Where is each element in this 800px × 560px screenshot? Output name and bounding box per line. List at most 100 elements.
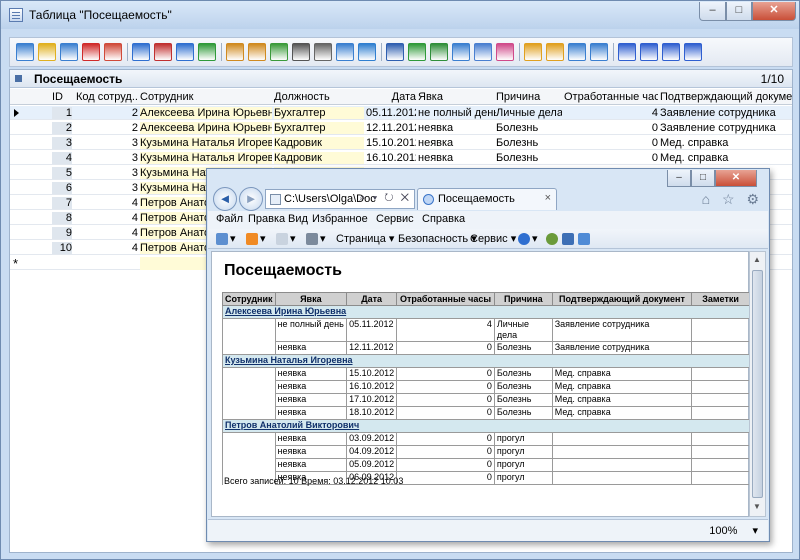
feeds-dropdown[interactable]: ▾ xyxy=(260,232,266,245)
browser-tab[interactable]: Посещаемость × xyxy=(417,188,557,210)
table-row[interactable]: 1 2 Алексеева Ирина Юрьевна Бухгалтер 05.11.… xyxy=(10,106,792,120)
docs-icon[interactable] xyxy=(546,43,564,61)
grid-cell[interactable]: неявка xyxy=(418,122,496,134)
print-icon[interactable] xyxy=(314,43,332,61)
grid-cell[interactable]: 05.11.2012 xyxy=(366,107,416,119)
address-tools[interactable]: ⌕ ▾ ↻ ✕ xyxy=(359,192,411,205)
sort-icon[interactable] xyxy=(248,43,266,61)
menu-help[interactable]: Справка xyxy=(422,213,465,225)
menu-tools[interactable]: Сервис xyxy=(376,213,414,225)
grid-col-header[interactable]: ID xyxy=(52,91,72,103)
menu-view[interactable]: Вид xyxy=(288,213,308,225)
tools-menu[interactable]: Сервис ▾ xyxy=(470,232,516,245)
blog-icon[interactable] xyxy=(578,233,590,245)
menu-favorites[interactable]: Избранное xyxy=(312,213,368,225)
grid-cell[interactable]: Болезнь xyxy=(496,152,562,164)
sql-query-icon[interactable] xyxy=(270,43,288,61)
export-csv-icon[interactable] xyxy=(430,43,448,61)
home-icon[interactable] xyxy=(216,233,228,245)
mail-dropdown[interactable]: ▾ xyxy=(290,232,296,245)
filter-options-icon[interactable] xyxy=(176,43,194,61)
report-group-name[interactable]: Петров Анатолий Викторович xyxy=(222,419,750,433)
grid-cell[interactable]: Заявление сотрудника xyxy=(660,122,792,134)
scroll-thumb[interactable] xyxy=(752,270,763,498)
list-icon[interactable] xyxy=(590,43,608,61)
grid-cell[interactable]: 2 xyxy=(52,122,72,134)
prev-record-icon[interactable] xyxy=(640,43,658,61)
address-bar[interactable]: C:\Users\Olga\Doc ⌕ ▾ ↻ ✕ xyxy=(265,189,415,209)
delete-icon[interactable] xyxy=(82,43,100,61)
messenger-icon[interactable] xyxy=(562,233,574,245)
grid-cell[interactable]: 8 xyxy=(52,212,72,224)
report-group-name[interactable]: Алексеева Ирина Юрьевна xyxy=(222,305,750,319)
new-record-icon[interactable] xyxy=(16,43,34,61)
maximize-button[interactable]: □ xyxy=(726,2,752,21)
grid-cell[interactable]: 3 xyxy=(76,167,138,179)
grid-cell[interactable]: Бухгалтер xyxy=(274,107,364,119)
grid-col-header[interactable]: Должность xyxy=(274,91,364,103)
first-record-icon[interactable] xyxy=(618,43,636,61)
grid-cell[interactable]: Кадровик xyxy=(274,137,364,149)
music-icon[interactable] xyxy=(524,43,542,61)
home-favorites-settings-icons[interactable]: ⌂ ☆ ⚙ xyxy=(702,191,763,208)
grid-cell[interactable]: 0 xyxy=(564,122,658,134)
grid-cell[interactable]: 3 xyxy=(52,137,72,149)
grid-cell[interactable]: неявка xyxy=(418,137,496,149)
clear-filter-icon[interactable] xyxy=(154,43,172,61)
forward-button[interactable]: ► xyxy=(239,187,263,211)
grid-col-header[interactable]: Код сотруд... xyxy=(76,91,138,103)
grid-cell[interactable]: 4 xyxy=(76,212,138,224)
last-record-icon[interactable] xyxy=(684,43,702,61)
grid-col-header[interactable]: Отработанные часы xyxy=(564,91,658,103)
copy-icon[interactable] xyxy=(60,43,78,61)
page-menu[interactable]: Страница ▾ xyxy=(336,232,394,245)
grid-cell[interactable]: Болезнь xyxy=(496,122,562,134)
grid-cell[interactable]: Личные дела xyxy=(496,107,562,119)
grid-cell[interactable]: 3 xyxy=(76,152,138,164)
grid-cell[interactable]: Кадровик xyxy=(274,152,364,164)
grid-cell[interactable]: Болезнь xyxy=(496,137,562,149)
help-icon[interactable] xyxy=(518,233,530,245)
vertical-scrollbar[interactable]: ▲ ▼ xyxy=(749,251,766,517)
grid-col-header[interactable]: Явка xyxy=(418,91,496,103)
grid-cell[interactable]: Мед. справка xyxy=(660,137,792,149)
grid-cell[interactable]: 2 xyxy=(76,107,138,119)
grid-cell[interactable]: 0 xyxy=(564,137,658,149)
settings-icon[interactable] xyxy=(568,43,586,61)
next-record-icon[interactable] xyxy=(662,43,680,61)
reload-icon[interactable] xyxy=(198,43,216,61)
grid-cell[interactable]: 12.11.2012 xyxy=(366,122,416,134)
browser-close-button[interactable]: ✕ xyxy=(715,170,757,187)
grid-cell[interactable]: 3 xyxy=(76,182,138,194)
grid-col-header[interactable]: Сотрудник xyxy=(140,91,272,103)
grid-cell[interactable]: не полный день xyxy=(418,107,496,119)
help-dropdown[interactable]: ▾ xyxy=(532,232,538,245)
grid-cell[interactable]: Кузьмина Наталья Игоревн... xyxy=(140,152,272,164)
grid-cell[interactable]: 7 xyxy=(52,197,72,209)
browser-maximize-button[interactable]: □ xyxy=(691,170,715,187)
browser-minimize-button[interactable]: – xyxy=(667,170,691,187)
tab-close-icon[interactable]: × xyxy=(545,192,551,204)
grid-cell[interactable]: 15.10.2012 xyxy=(366,137,416,149)
print-preview-icon[interactable] xyxy=(336,43,354,61)
grid-cell[interactable]: 4 xyxy=(76,197,138,209)
grid-cell[interactable]: Алексеева Ирина Юрьевна xyxy=(140,122,272,134)
find-icon[interactable] xyxy=(292,43,310,61)
grid-cell[interactable]: 0 xyxy=(564,152,658,164)
zoom-control[interactable]: 100% ▾ xyxy=(709,524,758,537)
grid-cell[interactable]: неявка xyxy=(418,152,496,164)
grid-cell[interactable]: Бухгалтер xyxy=(274,122,364,134)
edit-icon[interactable] xyxy=(38,43,56,61)
import-icon[interactable] xyxy=(452,43,470,61)
report-group-name[interactable]: Кузьмина Наталья Игоревна xyxy=(222,354,750,368)
grid-cell[interactable]: Кузьмина Наталья Игоревн... xyxy=(140,137,272,149)
table-row[interactable]: 43Кузьмина Наталья Игоревн...Кадровик16.… xyxy=(10,151,792,165)
grid-cell[interactable]: 4 xyxy=(564,107,658,119)
export-word-icon[interactable] xyxy=(386,43,404,61)
print-dropdown[interactable]: ▾ xyxy=(320,232,326,245)
grid-cell[interactable]: 10 xyxy=(52,242,72,254)
table-row[interactable]: 33Кузьмина Наталья Игоревн...Кадровик15.… xyxy=(10,136,792,150)
menu-file[interactable]: Файл xyxy=(216,213,243,225)
columns-icon[interactable] xyxy=(226,43,244,61)
home-dropdown[interactable]: ▾ xyxy=(230,232,236,245)
